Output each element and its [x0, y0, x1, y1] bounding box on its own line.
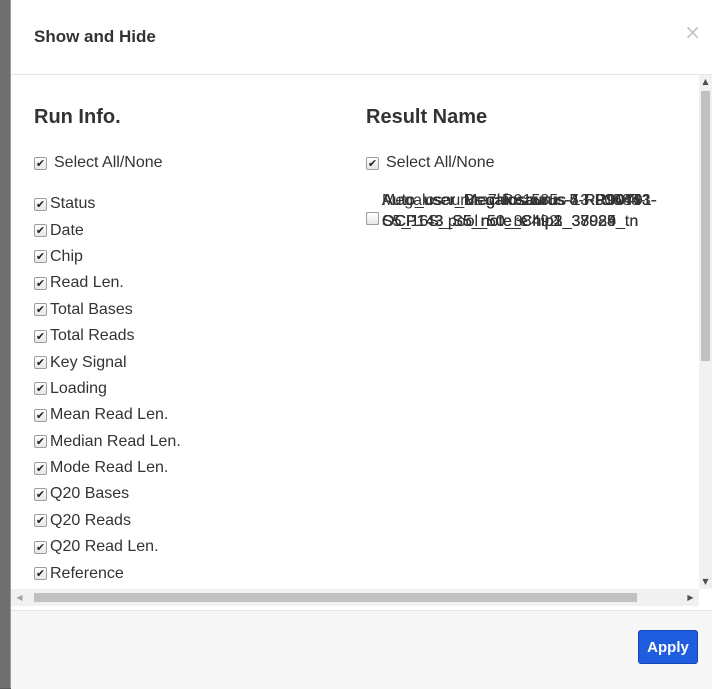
run-info-option-checkbox[interactable]: ✔ — [34, 303, 47, 317]
result-name-select-all[interactable]: ✔ Select All/None — [366, 154, 495, 172]
run-info-option-label: Median Read Len. — [50, 432, 181, 450]
run-info-option-checkbox[interactable]: ✔ — [34, 197, 47, 211]
close-icon[interactable]: × — [684, 20, 701, 44]
result-name-option-label: Auto_user_Megalosaurus-7-R91585- S5_16S_p… — [382, 190, 645, 232]
run-info-option-label: Chip — [50, 247, 83, 265]
run-info-option-label: Loading — [50, 379, 107, 397]
run-info-option[interactable]: ✔ Date — [34, 217, 181, 243]
run-info-option-label: Total Bases — [50, 300, 133, 318]
dialog-header: Show and Hide × — [11, 0, 712, 75]
run-info-option[interactable]: ✔ Loading — [34, 376, 181, 402]
dialog-body: Run Info. ✔ Select All/None ✔ Status ✔ Date… — [11, 75, 712, 610]
run-info-option-checkbox[interactable]: ✔ — [34, 356, 47, 370]
dialog-scroll-content: Run Info. ✔ Select All/None ✔ Status ✔ Date… — [11, 75, 699, 589]
result-name-line2: S5_16S_pool_50_38492 — [382, 213, 559, 230]
run-info-option-checkbox[interactable]: ✔ — [34, 382, 47, 396]
vertical-scrollbar-thumb[interactable] — [701, 91, 710, 361]
scroll-down-icon[interactable]: ▼ — [699, 575, 712, 589]
scroll-up-icon[interactable]: ▲ — [699, 75, 712, 89]
run-info-option-label: Total Reads — [50, 327, 135, 345]
run-info-option-checkbox[interactable]: ✔ — [34, 408, 47, 422]
run-info-option[interactable]: ✔ Median Read Len. — [34, 429, 181, 455]
run-info-option[interactable]: ✔ Chip — [34, 244, 181, 270]
run-info-option-checkbox[interactable]: ✔ — [34, 514, 47, 528]
run-info-option-label: Key Signal — [50, 353, 127, 371]
run-info-option[interactable]: ✔ Read Len. — [34, 270, 181, 296]
run-info-option[interactable]: ✔ Reference — [34, 560, 181, 586]
run-info-option-checkbox[interactable]: ✔ — [34, 461, 47, 475]
run-info-select-all-label: Select All/None — [54, 154, 163, 171]
result-name-heading: Result Name — [366, 106, 488, 128]
result-name-line1: Auto_user_Megalosaurus-7-R91585- — [382, 192, 646, 209]
result-name-select-all-checkbox[interactable]: ✔ — [366, 156, 379, 170]
run-info-option[interactable]: ✔ Total Bases — [34, 297, 181, 323]
run-info-option-label: Reference — [50, 564, 124, 582]
result-name-select-all-label: Select All/None — [386, 154, 495, 171]
scroll-right-icon[interactable]: ▶ — [682, 589, 699, 606]
dialog-title: Show and Hide — [34, 27, 156, 46]
footer-background — [11, 611, 712, 689]
modal-backdrop — [0, 0, 10, 688]
run-info-option[interactable]: ✔ Mean Read Len. — [34, 402, 181, 428]
run-info-option-label: Read Len. — [50, 274, 124, 292]
run-info-option-checkbox[interactable]: ✔ — [34, 224, 47, 238]
vertical-scrollbar[interactable]: ▲ ▼ — [699, 75, 712, 589]
run-info-option[interactable]: ✔ Q20 Read Len. — [34, 534, 181, 560]
show-hide-dialog: Show and Hide × Run Info. ✔ Select All/N… — [10, 0, 712, 689]
run-info-option-label: Date — [50, 221, 84, 239]
run-info-option[interactable]: ✔ Mode Read Len. — [34, 455, 181, 481]
run-info-option-label: Q20 Read Len. — [50, 538, 159, 556]
run-info-option[interactable]: ✔ Q20 Reads — [34, 508, 181, 534]
dialog-footer: Apply — [11, 610, 712, 689]
horizontal-scrollbar-thumb[interactable] — [34, 593, 637, 602]
run-info-select-all-checkbox[interactable]: ✔ — [34, 156, 47, 170]
run-info-option[interactable]: ✔ Key Signal — [34, 349, 181, 375]
apply-button[interactable]: Apply — [638, 630, 698, 664]
run-info-option-label: Mean Read Len. — [50, 406, 169, 424]
run-info-option-checkbox[interactable]: ✔ — [34, 276, 47, 290]
run-info-option-label: Status — [50, 195, 96, 213]
run-info-option-checkbox[interactable]: ✔ — [34, 435, 47, 449]
run-info-option[interactable]: ✔ Total Reads — [34, 323, 181, 349]
run-info-select-all[interactable]: ✔ Select All/None — [34, 154, 163, 172]
result-name-option-checkbox[interactable] — [366, 212, 379, 225]
run-info-list: ✔ Status ✔ Date ✔ Chip ✔ Read Len. ✔ Total Bases ✔… — [34, 191, 181, 587]
run-info-option[interactable]: ✔ Status — [34, 191, 181, 217]
run-info-option-checkbox[interactable]: ✔ — [34, 567, 47, 581]
run-info-option-label: Q20 Bases — [50, 485, 130, 503]
run-info-option-checkbox[interactable]: ✔ — [34, 329, 47, 343]
run-info-option-checkbox[interactable]: ✔ — [34, 540, 47, 554]
run-info-option[interactable]: ✔ Q20 Bases — [34, 481, 181, 507]
run-info-heading: Run Info. — [34, 106, 121, 128]
run-info-option-checkbox[interactable]: ✔ — [34, 250, 47, 264]
scroll-left-icon[interactable]: ◀ — [11, 589, 28, 606]
run-info-option-checkbox[interactable]: ✔ — [34, 487, 47, 501]
horizontal-scrollbar[interactable]: ◀ ▶ — [11, 589, 699, 606]
run-info-option-label: Q20 Reads — [50, 511, 131, 529]
run-info-option-label: Mode Read Len. — [50, 459, 169, 477]
